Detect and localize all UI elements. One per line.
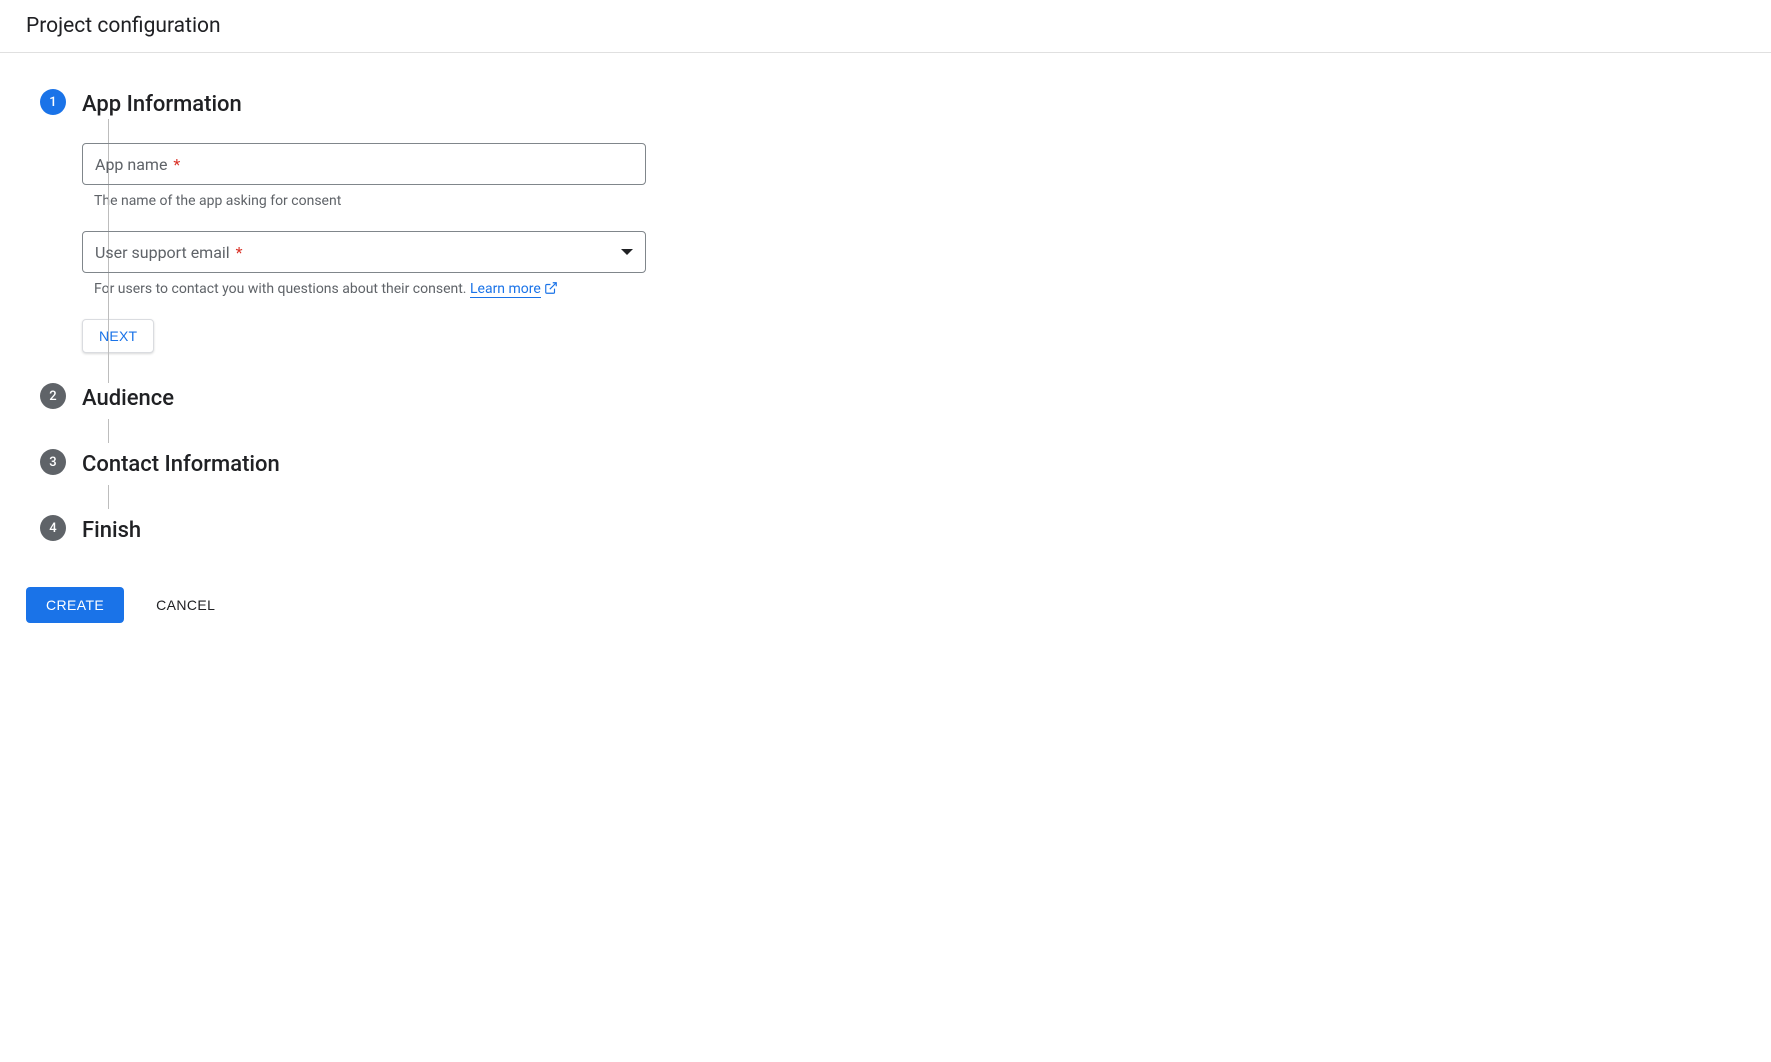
step-audience: 2 Audience	[26, 383, 1745, 449]
required-mark: *	[173, 155, 180, 174]
support-email-label: User support email *	[95, 243, 243, 262]
app-name-input-wrapper[interactable]: App name *	[82, 143, 646, 185]
step-badge-4: 4	[40, 515, 66, 541]
step-finish: 4 Finish	[26, 515, 1745, 545]
cancel-button[interactable]: CANCEL	[152, 587, 219, 623]
step-title-audience[interactable]: Audience	[82, 386, 174, 411]
step-badge-1: 1	[40, 89, 66, 115]
field-support-email: User support email * For users to contac…	[82, 231, 646, 297]
step-title-finish[interactable]: Finish	[82, 518, 141, 543]
next-button[interactable]: NEXT	[82, 319, 154, 353]
step-connector	[108, 485, 109, 509]
page-title: Project configuration	[0, 0, 1771, 53]
app-name-label: App name *	[95, 155, 180, 174]
step-connector	[108, 419, 109, 443]
chevron-down-icon	[621, 249, 633, 255]
external-link-icon	[544, 281, 558, 295]
stepper: 1 App Information App name * The name of…	[26, 89, 1745, 545]
footer-actions: CREATE CANCEL	[26, 587, 1745, 623]
step-title-contact-information[interactable]: Contact Information	[82, 452, 280, 477]
support-email-select[interactable]: User support email *	[82, 231, 646, 273]
learn-more-link[interactable]: Learn more	[470, 281, 541, 298]
support-email-helper: For users to contact you with questions …	[82, 281, 646, 297]
app-name-input[interactable]	[184, 155, 633, 173]
app-name-helper: The name of the app asking for consent	[82, 193, 646, 209]
required-mark: *	[236, 243, 243, 262]
field-app-name: App name * The name of the app asking fo…	[82, 143, 646, 209]
step-title-app-information: App Information	[82, 92, 242, 117]
step-app-information: 1 App Information App name * The name of…	[26, 89, 1745, 383]
step-contact-information: 3 Contact Information	[26, 449, 1745, 515]
create-button[interactable]: CREATE	[26, 587, 124, 623]
step-badge-3: 3	[40, 449, 66, 475]
step-badge-2: 2	[40, 383, 66, 409]
